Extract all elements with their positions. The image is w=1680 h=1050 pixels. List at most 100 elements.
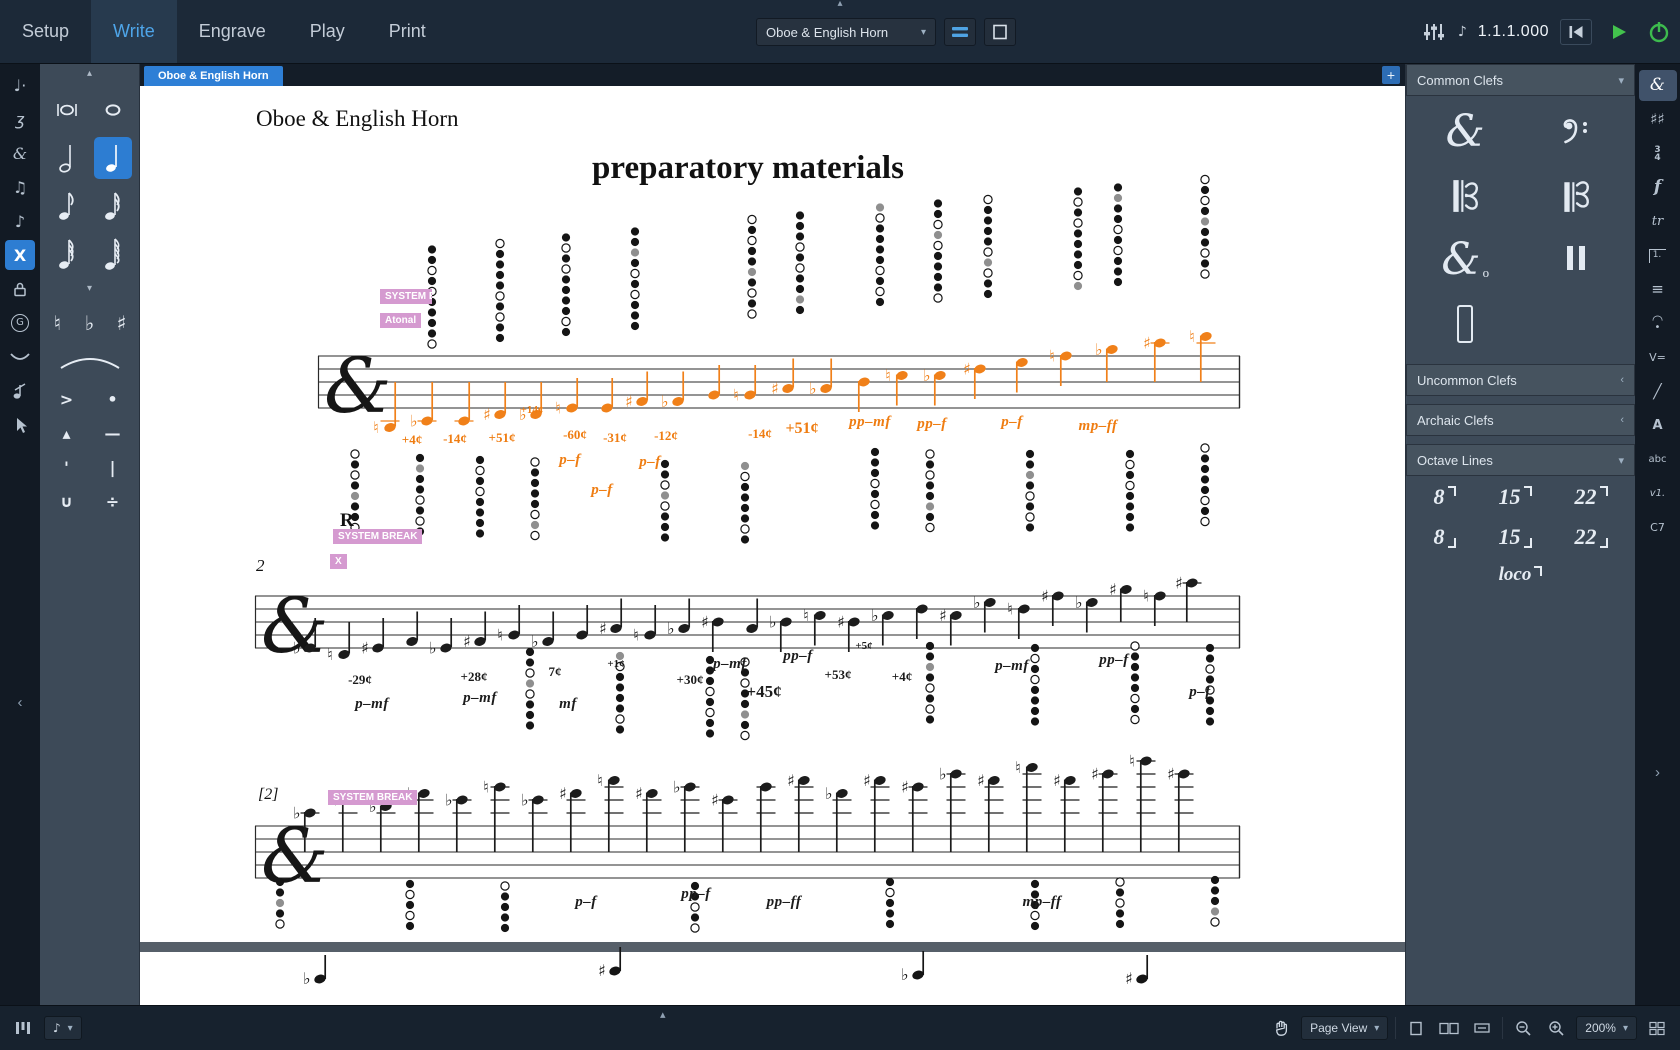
unstress-button[interactable]: ∪ [49,488,85,514]
rhythmic-grid-select[interactable]: ♪ ▾ [44,1016,82,1040]
x-notehead-icon[interactable]: X [5,240,35,270]
power-button[interactable] [1646,20,1672,44]
expand-bottom-panel-caret[interactable]: ▴ [660,1008,666,1021]
accent-button[interactable]: > [49,386,85,412]
slur-button[interactable] [48,350,132,378]
panel-caret-down-icon[interactable]: ▾ [87,283,92,294]
staccato-button[interactable]: • [95,386,131,412]
zoom-level-select[interactable]: 200% ▾ [1576,1016,1637,1040]
half-note-button[interactable] [48,137,86,179]
holds-pauses-panel-icon[interactable]: ◠ • [1639,308,1677,339]
document-tab-active[interactable]: Oboe & English Horn [144,66,283,86]
lock-icon[interactable] [3,273,37,304]
collapse-left-panel-icon[interactable]: ‹ [0,694,40,711]
stress-button[interactable]: | [95,454,131,480]
loco-button[interactable]: loco [1499,564,1543,586]
layout-title[interactable]: Oboe & English Horn [256,106,459,132]
octave-15-alta-button[interactable]: 15 [1499,484,1532,510]
staccato-tenuto-button[interactable]: ÷ [95,488,131,514]
dynamics-panel-icon[interactable]: f [1639,172,1677,203]
mode-tab-write[interactable]: Write [91,0,177,63]
sixtyfourth-note-button[interactable] [94,233,132,275]
pages-grid-icon[interactable] [1644,1016,1670,1040]
rehearsal-mark[interactable]: R [340,510,354,532]
quarter-note-button[interactable] [93,137,132,179]
octave-8-alta-button[interactable]: 8 [1434,484,1456,510]
whole-note-button[interactable] [94,89,132,131]
zoom-in-icon[interactable] [1543,1016,1569,1040]
text-panel-icon[interactable]: A [1639,410,1677,441]
tuplet-icon[interactable]: ♫ [3,172,37,203]
dotted-note-icon[interactable]: ♩· [3,70,37,101]
single-page-icon[interactable] [1403,1016,1429,1040]
rest-icon[interactable]: ʒ [3,104,37,135]
sixteenth-note-button[interactable] [94,185,132,227]
hand-tool-icon[interactable] [1268,1016,1294,1040]
rewind-button[interactable] [1560,19,1592,45]
lines-panel-icon[interactable]: ╱ [1639,376,1677,407]
repeat-endings-panel-icon[interactable]: 1. [1639,240,1677,271]
midi-keyboard-icon[interactable] [10,1016,36,1040]
flat-button[interactable]: ♭ [76,308,104,338]
mode-tab-play[interactable]: Play [288,0,367,63]
flow-title[interactable]: preparatory materials [592,150,904,187]
cues-panel-icon[interactable]: v1. [1639,478,1677,509]
grace-slash-icon[interactable] [3,375,37,406]
natural-button[interactable]: ♮ [44,308,72,338]
lyrics-panel-icon[interactable]: abc [1639,444,1677,475]
page-spread-icon[interactable] [1436,1016,1462,1040]
layout-select[interactable]: Oboe & English Horn ▾ [756,18,936,46]
mode-tab-print[interactable]: Print [367,0,448,63]
clef-tool-icon[interactable]: & [3,138,37,169]
treble-clef-button[interactable]: & [1410,102,1521,162]
alto-clef-button[interactable] [1410,166,1521,226]
octave-22-alta-button[interactable]: 22 [1575,484,1608,510]
pointer-icon[interactable] [3,409,37,440]
octave-22-bassa-button[interactable]: 22 [1575,524,1608,550]
time-signatures-panel-icon[interactable]: 34 [1639,138,1677,169]
page-view-button[interactable] [984,18,1016,46]
octave-8-bassa-button[interactable]: 8 [1434,524,1456,550]
view-type-select[interactable]: Page View ▾ [1301,1016,1389,1040]
zoom-out-icon[interactable] [1510,1016,1536,1040]
treble-clef-octave-button[interactable]: & o [1410,230,1521,290]
clefs-panel-icon[interactable]: & [1638,70,1677,101]
section-archaic-clefs-label: Archaic Clefs [1417,412,1494,428]
tenor-clef-button[interactable] [1521,166,1632,226]
section-uncommon-clefs[interactable]: Uncommon Clefs ‹ [1406,364,1635,396]
panel-caret-up-icon[interactable]: ▴ [87,68,92,79]
mode-tab-engrave[interactable]: Engrave [177,0,288,63]
mode-tab-setup[interactable]: Setup [0,0,91,63]
mixer-icon[interactable] [1421,20,1447,44]
score-page[interactable]: & ♮ ♭ ♯ ♭ ♮ ♯ ♭ ♮ ♯ ♭ ♮ ♭ ♯ ♮ ♭ ♯ ♮ & ♭ ♮ ♯ ♭ ♯ ♮ ♭ ♯ ♮ ♭ ♯ ♭ ♮ ♯ ♭ ♯ ♭ ♮ ♯ ♭ ♯… [140,86,1405,1005]
eighth-note-button[interactable] [48,185,86,227]
bars-barlines-panel-icon[interactable]: ≡ [1639,274,1677,305]
playing-techniques-panel-icon[interactable]: V= [1639,342,1677,373]
document-tab-bar: Oboe & English Horn + [140,64,1405,86]
tenuto-button[interactable]: — [95,420,131,446]
fit-width-icon[interactable] [1469,1016,1495,1040]
thirtysecond-note-button[interactable] [48,233,86,275]
score-canvas[interactable]: &♮ ♭ ♯ ♭ ♮ ♯ ♭ ♮ ♯ ♭♮ ♭ ♯♮ ♭ ♯ ♮&♭ ♮ ♯ ♭ ♯ ♮ ♭♯ ♮ ♭ ♯ ♭ ♮ ♯ ♭ ♯♭ ♮♯ ♭♯… [140,86,1405,1005]
chord-symbols-panel-icon[interactable]: C7 [1639,512,1677,543]
bass-clef-button[interactable] [1521,102,1632,162]
section-archaic-clefs[interactable]: Archaic Clefs ‹ [1406,404,1635,436]
play-button[interactable] [1603,19,1635,45]
tie-icon[interactable] [3,341,37,372]
ornaments-panel-icon[interactable]: tr [1639,206,1677,237]
staccatissimo-button[interactable]: ' [49,454,85,480]
grace-note-icon[interactable]: ♪ [3,206,37,237]
marcato-button[interactable]: ▴ [49,420,85,446]
percussion-clef-button[interactable] [1521,230,1632,290]
new-tab-button[interactable]: + [1382,66,1400,84]
octave-15-bassa-button[interactable]: 15 [1499,524,1532,550]
key-signatures-panel-icon[interactable]: ♯♯ [1639,104,1677,135]
section-octave-lines[interactable]: Octave Lines ▾ [1406,444,1635,476]
breve-button[interactable] [48,89,86,131]
collapse-right-panel-icon[interactable]: › [1635,764,1680,781]
galley-view-button[interactable] [944,18,976,46]
tab-clef-button[interactable] [1410,294,1521,354]
sharp-button[interactable]: ♯ [108,308,136,338]
section-common-clefs[interactable]: Common Clefs ▾ [1406,64,1635,96]
g-pedal-icon[interactable]: G [3,307,37,338]
